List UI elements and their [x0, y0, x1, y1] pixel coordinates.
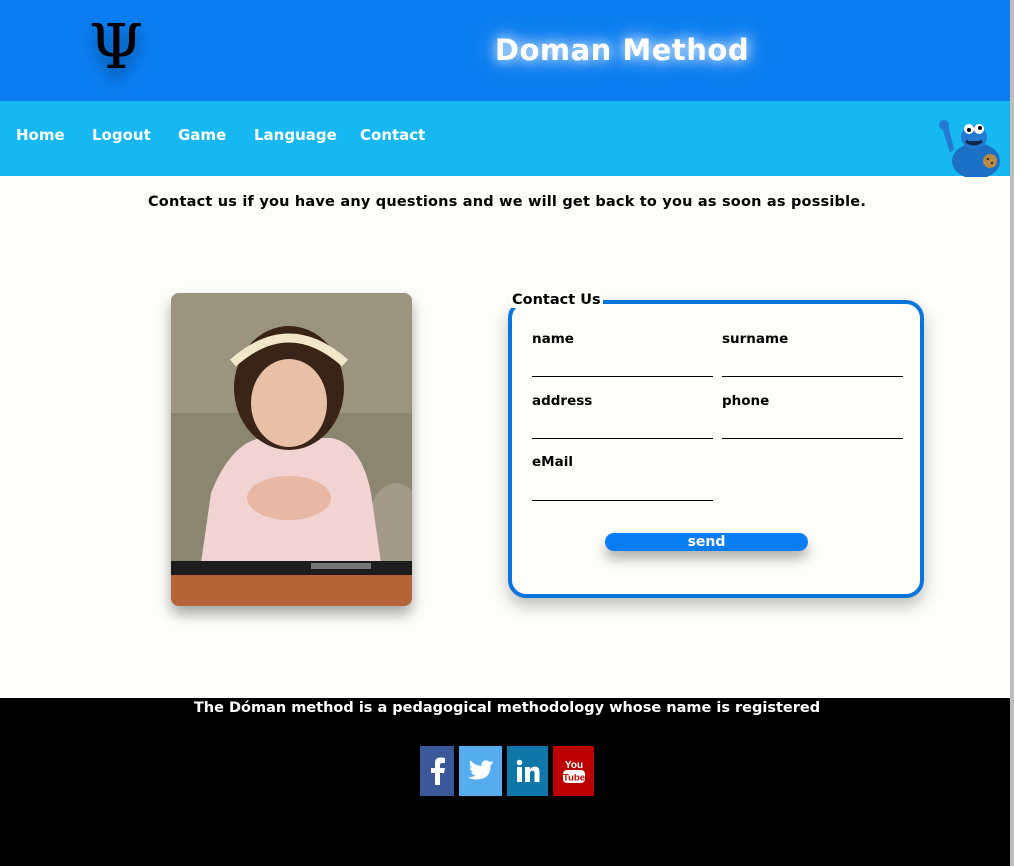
psi-logo[interactable]: Ψ [86, 12, 146, 82]
email-field[interactable] [532, 476, 713, 501]
svg-text:You: You [564, 760, 582, 771]
address-field[interactable] [532, 414, 713, 439]
surname-label: surname [722, 331, 789, 347]
nav-item-contact[interactable]: Contact [360, 125, 425, 145]
facebook-icon[interactable] [420, 746, 454, 796]
email-label: eMail [532, 454, 573, 470]
site-title: Doman Method [494, 33, 750, 67]
linkedin-icon[interactable] [507, 746, 548, 796]
footer [0, 698, 1010, 866]
cookie-monster-mascot [939, 120, 1000, 177]
twitter-icon[interactable] [459, 746, 502, 796]
child-photo [171, 293, 412, 606]
intro-text: Contact us if you have any questions and… [147, 194, 867, 210]
window-edge [1010, 0, 1014, 866]
name-label: name [532, 331, 574, 347]
surname-field[interactable] [722, 352, 903, 377]
phone-field[interactable] [722, 414, 903, 439]
footer-text: The Dóman method is a pedagogical method… [193, 700, 821, 716]
nav-item-home[interactable]: Home [16, 125, 65, 145]
nav-item-language[interactable]: Language [254, 125, 337, 145]
phone-label: phone [722, 393, 770, 409]
youtube-icon[interactable]: You Tube [553, 746, 594, 796]
nav-item-game[interactable]: Game [178, 125, 226, 145]
form-legend: Contact Us [510, 292, 603, 308]
svg-text:Tube: Tube [563, 773, 585, 784]
nav-bar: Home Logout Game Language Contact [0, 101, 1010, 176]
send-button[interactable]: send [605, 533, 808, 551]
address-label: address [532, 393, 593, 409]
nav-item-logout[interactable]: Logout [92, 125, 151, 145]
name-field[interactable] [532, 352, 713, 377]
